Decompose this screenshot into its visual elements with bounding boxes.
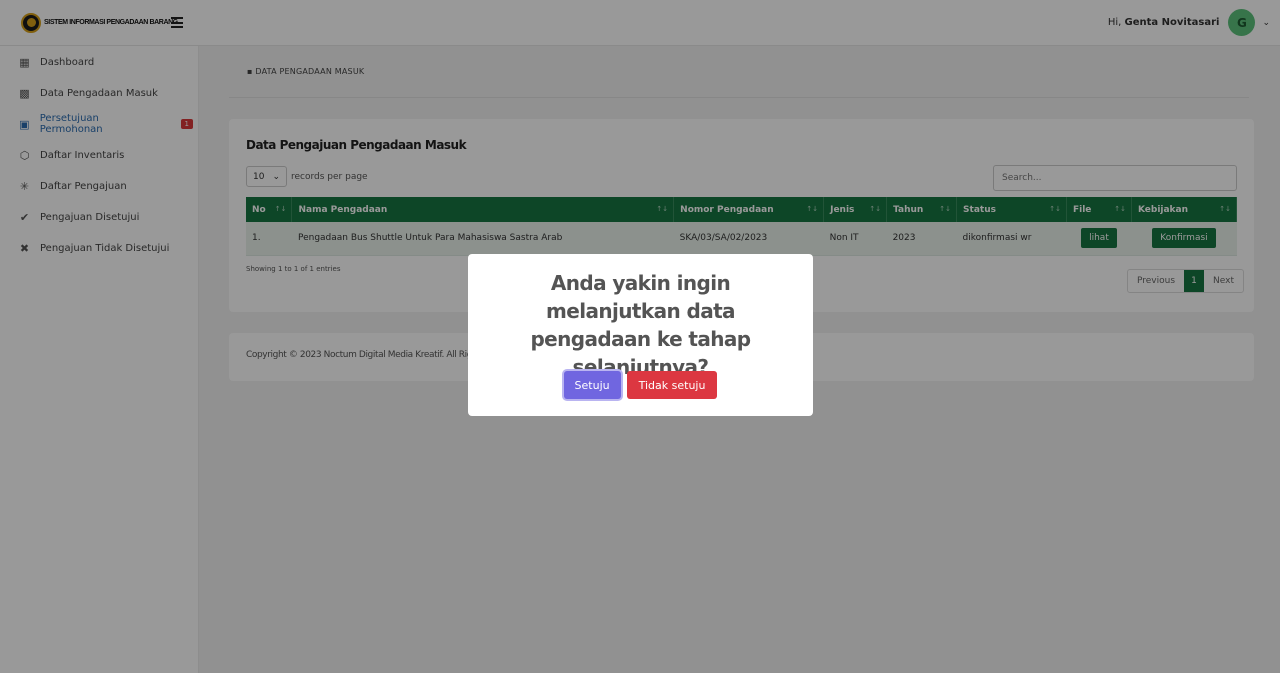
dialog-message: Anda yakin ingin melanjutkan data pengad…: [530, 271, 751, 379]
dialog-actions: Setuju Tidak setuju: [468, 371, 813, 399]
cancel-button[interactable]: Tidak setuju: [626, 371, 718, 399]
confirm-button[interactable]: Setuju: [563, 371, 621, 399]
confirmation-dialog: Anda yakin ingin melanjutkan data pengad…: [468, 254, 813, 416]
